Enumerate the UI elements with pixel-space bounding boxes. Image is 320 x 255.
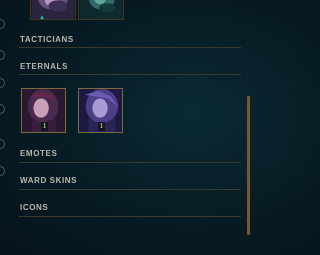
- selected-indicator-icon: ▲: [39, 15, 45, 21]
- eternal-count-badge: 1: [41, 122, 48, 131]
- eternal-item-2[interactable]: 1: [78, 88, 123, 133]
- section-divider: [19, 162, 241, 163]
- section-title-tacticians[interactable]: TACTICIANS: [20, 35, 74, 44]
- eternal-item-1[interactable]: 1: [21, 88, 66, 133]
- nav-icon[interactable]: [0, 19, 5, 29]
- section-divider: [19, 189, 241, 190]
- eternal-count-badge: 1: [98, 122, 105, 131]
- collection-list: ▲ TACTICIANS ETERNALS 1 1 EMOTES WARD SK…: [19, 0, 241, 255]
- section-title-ward-skins[interactable]: WARD SKINS: [20, 176, 77, 185]
- section-title-eternals[interactable]: ETERNALS: [20, 62, 68, 71]
- nav-icon[interactable]: [0, 104, 5, 114]
- nav-icon[interactable]: [0, 166, 5, 176]
- section-title-emotes[interactable]: EMOTES: [20, 149, 57, 158]
- section-divider: [19, 74, 241, 75]
- champion-portrait-icon: [79, 0, 123, 19]
- top-item-2[interactable]: [78, 0, 124, 20]
- section-divider: [19, 47, 241, 48]
- left-rail: [0, 0, 14, 255]
- top-item-1[interactable]: [30, 0, 76, 20]
- nav-icon[interactable]: [0, 78, 5, 88]
- nav-icon[interactable]: [0, 139, 5, 149]
- champion-portrait-icon: [31, 0, 75, 19]
- nav-icon[interactable]: [0, 50, 5, 60]
- section-divider: [19, 216, 241, 217]
- section-title-icons[interactable]: ICONS: [20, 203, 48, 212]
- scrollbar-thumb[interactable]: [247, 96, 250, 235]
